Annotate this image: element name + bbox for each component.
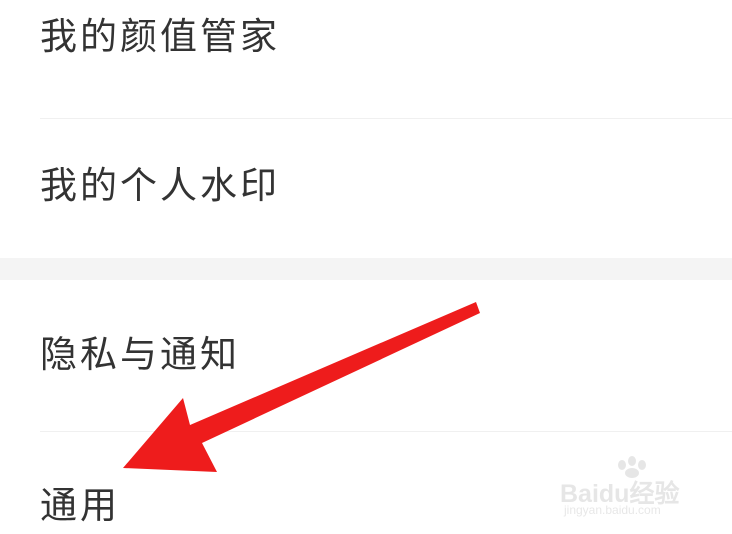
watermark-url: jingyan.baidu.com [564, 503, 661, 517]
menu-item-label: 隐私与通知 [40, 333, 240, 376]
divider [40, 118, 732, 119]
divider [40, 431, 732, 432]
menu-item-label: 我的颜值管家 [40, 15, 280, 58]
menu-item-beauty-manager[interactable]: 我的颜值管家 [0, 15, 732, 59]
settings-screen: 我的颜值管家 我的个人水印 隐私与通知 通用 Baidu经验 jingyan.b… [0, 0, 732, 534]
baidu-jingyan-watermark: Baidu经验 jingyan.baidu.com [560, 456, 692, 518]
section-separator [0, 258, 732, 280]
menu-item-label: 通用 [40, 484, 120, 527]
menu-item-label: 我的个人水印 [40, 164, 280, 207]
menu-item-personal-watermark[interactable]: 我的个人水印 [0, 164, 732, 208]
menu-item-privacy-notifications[interactable]: 隐私与通知 [0, 333, 732, 377]
